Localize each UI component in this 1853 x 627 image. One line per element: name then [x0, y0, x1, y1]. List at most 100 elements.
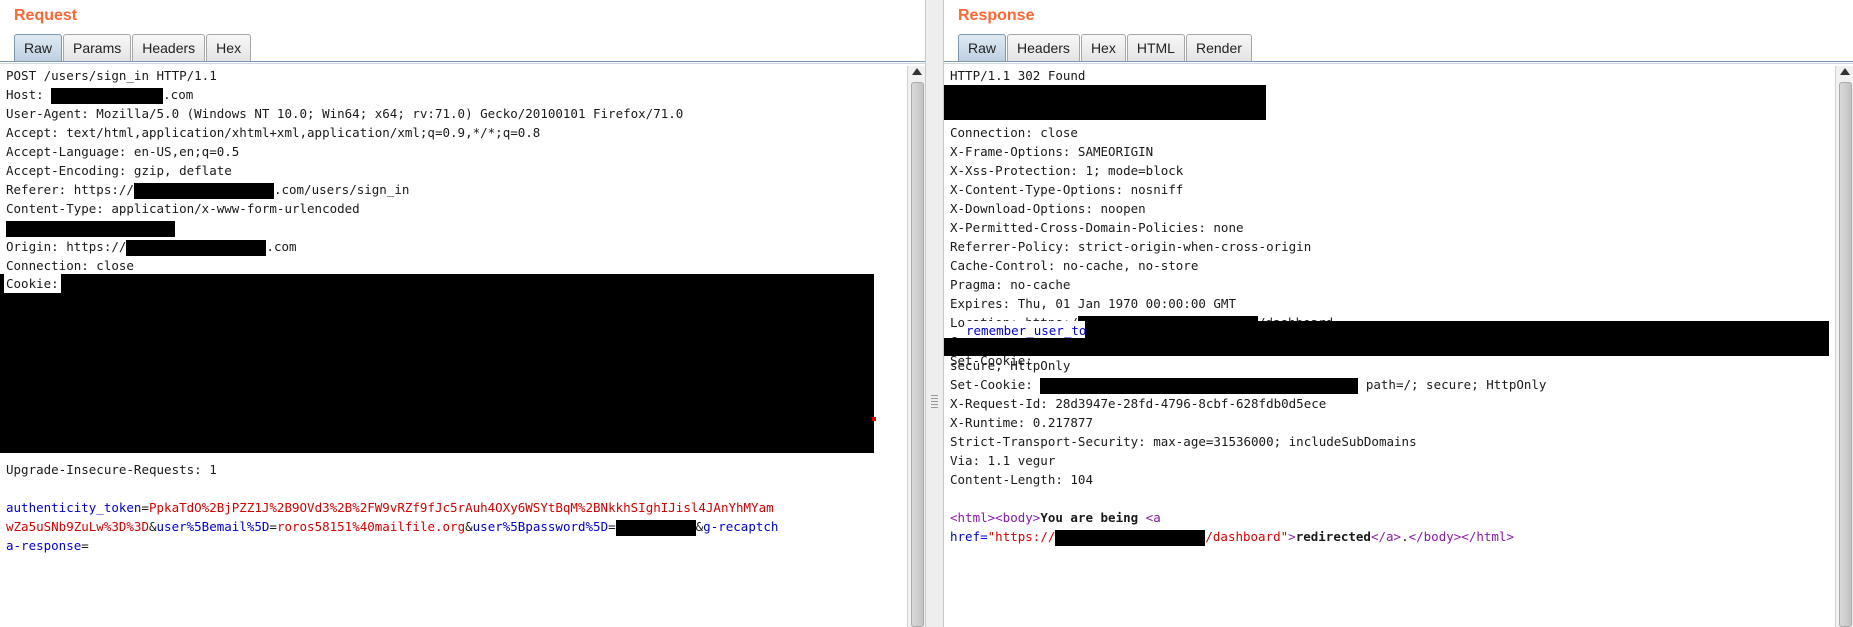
redaction-box	[1077, 315, 1258, 332]
request-line: Connection: close	[6, 256, 134, 275]
redaction-box	[6, 221, 175, 237]
response-line-text: Expires: Thu, 01 Jan 1970 00:00:00 GMT	[950, 296, 1236, 311]
param-value: wZa5uSNb9ZuLw%3D%3D	[6, 519, 149, 534]
request-line-text: Origin: https://	[6, 239, 127, 254]
param-name: g-recaptch	[703, 519, 779, 534]
request-line-text: Host:	[6, 87, 52, 102]
request-line: Accept-Language: en-US,en;q=0.5	[6, 142, 239, 161]
response-line: HTTP/1.1 302 Found	[950, 66, 1085, 85]
response-line: Expires: Thu, 01 Jan 1970 00:00:00 GMT	[950, 294, 1236, 313]
param-value: roros58151%40mailfile.org	[276, 519, 466, 534]
param-separator: &	[149, 519, 157, 534]
divider-grip-icon[interactable]	[931, 395, 938, 409]
tab-underline-shadow	[0, 63, 925, 64]
redaction-box	[133, 182, 274, 199]
response-scrollbar[interactable]	[1835, 66, 1853, 627]
request-line-text: POST /users/sign_in HTTP/1.1	[6, 68, 217, 83]
request-line: Accept: text/html,application/xhtml+xml,…	[6, 123, 540, 142]
response-tab-html[interactable]: HTML	[1126, 34, 1185, 61]
response-tab-headers[interactable]: Headers	[1007, 34, 1080, 61]
response-line: X-Frame-Options: SAMEORIGIN	[950, 142, 1153, 161]
param-name: user%5Bemail%5D	[156, 519, 270, 534]
response-line-text: X-Content-Type-Options: nosniff	[950, 182, 1184, 197]
scroll-thumb[interactable]	[1839, 82, 1852, 627]
response-line-text: /dashboard	[1257, 315, 1334, 330]
response-line: X-Download-Options: noopen	[950, 199, 1146, 218]
param-name: a-response	[6, 538, 82, 553]
response-line-text: Pragma: no-cache	[950, 277, 1071, 292]
scroll-up-arrow-icon[interactable]	[1840, 68, 1850, 75]
response-pane: Response Raw Headers Hex HTML Render HTT…	[944, 0, 1853, 627]
request-body-line: authenticity_token=PpkaTdO%2BjPZZ1J%2B9O…	[6, 498, 774, 517]
response-line: X-Xss-Protection: 1; mode=block	[950, 161, 1183, 180]
redaction-box	[51, 87, 164, 104]
response-line: Set-Cookie:	[950, 351, 1033, 370]
response-tab-render[interactable]: Render	[1185, 34, 1252, 61]
param-value: PpkaTdO%2BjPZZ1J%2B9OVd3%2B%2FW9vRZf9fJc…	[149, 500, 774, 515]
request-line-text: Accept-Language: en-US,en;q=0.5	[6, 144, 240, 159]
request-tab-params[interactable]: Params	[63, 34, 132, 61]
response-tab-bar: Raw Headers Hex HTML Render	[958, 34, 1253, 62]
response-line-text: Set-Cookie:	[950, 353, 1033, 368]
response-line-text: Cache-Control: no-cache, no-store	[950, 258, 1199, 273]
request-tab-hex[interactable]: Hex	[206, 34, 252, 61]
response-line: Location: https:/ /dashboard	[950, 313, 1333, 332]
redaction-box	[126, 239, 267, 256]
scroll-thumb[interactable]	[911, 82, 924, 627]
request-line-text: User-Agent: Mozilla/5.0 (Windows NT 10.0…	[6, 106, 684, 121]
request-line: Upgrade-Insecure-Requests: 1	[6, 460, 217, 479]
response-line-text: X-Permitted-Cross-Domain-Policies: none	[950, 220, 1244, 235]
response-line: Cache-Control: no-cache, no-store	[950, 256, 1198, 275]
tab-underline-shadow	[944, 63, 1853, 64]
response-line-text: Referrer-Policy: strict-origin-when-cros…	[950, 239, 1312, 254]
scroll-up-arrow-icon[interactable]	[912, 68, 922, 75]
response-line: Connection: close	[950, 123, 1078, 142]
request-line: Origin: https:// .com	[6, 237, 297, 256]
response-line-text: X-Xss-Protection: 1; mode=block	[950, 163, 1184, 178]
request-line-text: Referer: https://	[6, 182, 134, 197]
request-line-text: .com/users/sign_in	[273, 182, 410, 197]
redaction-box	[615, 519, 696, 536]
response-line-text: Location: https:/	[950, 315, 1078, 330]
request-tab-raw[interactable]: Raw	[14, 34, 63, 61]
response-line-text: Connection: close	[950, 125, 1078, 140]
response-editor[interactable]: HTTP/1.1 302 Found Connection: close X-F…	[944, 66, 1835, 627]
param-separator: &	[465, 519, 473, 534]
response-tab-raw[interactable]: Raw	[958, 34, 1007, 61]
response-line: Content-Type: text/html; charset=utf-8	[950, 332, 1236, 351]
redaction-box	[944, 85, 1266, 120]
request-line-text: .com	[163, 87, 194, 102]
response-line-text: X-Download-Options: noopen	[950, 201, 1146, 216]
request-line-text: Cookie:	[6, 276, 59, 291]
split-pane-divider[interactable]	[925, 0, 944, 627]
param-name: authenticity_token	[6, 500, 142, 515]
response-line: X-Permitted-Cross-Domain-Policies: none	[950, 218, 1244, 237]
request-tab-bar: Raw Params Headers Hex	[14, 34, 252, 62]
request-pane: Request Raw Params Headers Hex POST /use…	[0, 0, 925, 627]
request-body-line: wZa5uSNb9ZuLw%3D%3D&user%5Bemail%5D=roro…	[6, 517, 778, 536]
response-line-text: X-Frame-Options: SAMEORIGIN	[950, 144, 1154, 159]
param-separator: =	[608, 519, 616, 534]
param-separator: =	[269, 519, 277, 534]
request-tab-headers[interactable]: Headers	[132, 34, 206, 61]
tab-underline	[0, 61, 925, 62]
param-separator: =	[141, 500, 149, 515]
request-title: Request	[14, 7, 78, 24]
response-line-text: Content-Type: text/html; charset=utf-8	[950, 334, 1236, 349]
request-line-text: .com	[266, 239, 297, 254]
request-line: Host: .com	[6, 85, 193, 104]
response-line: Pragma: no-cache	[950, 275, 1070, 294]
request-line: Accept-Encoding: gzip, deflate	[6, 161, 232, 180]
request-line: POST /users/sign_in HTTP/1.1	[6, 66, 217, 85]
request-scrollbar[interactable]	[907, 66, 925, 627]
request-line-text: Accept-Encoding: gzip, deflate	[6, 163, 232, 178]
tab-underline	[944, 61, 1853, 62]
response-tab-hex[interactable]: Hex	[1080, 34, 1126, 61]
cookie-redaction-box	[0, 274, 874, 453]
response-line: Referrer-Policy: strict-origin-when-cros…	[950, 237, 1311, 256]
request-line-text: Content-Type: application/x-www-form-url…	[6, 201, 360, 216]
request-line-text: Upgrade-Insecure-Requests: 1	[6, 462, 217, 477]
request-line-text: Accept: text/html,application/xhtml+xml,…	[6, 125, 541, 140]
request-editor[interactable]: POST /users/sign_in HTTP/1.1 Host: .com …	[0, 66, 907, 627]
response-line: X-Content-Type-Options: nosniff	[950, 180, 1183, 199]
